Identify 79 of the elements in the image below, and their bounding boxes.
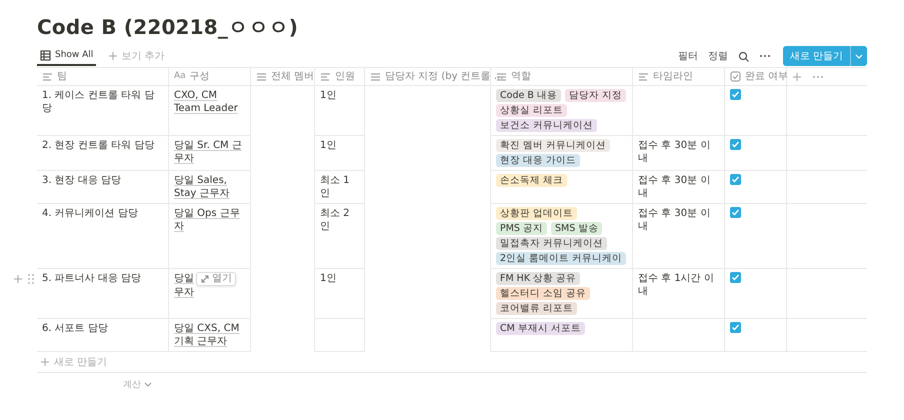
row-title[interactable]: 당일 CXS, CM 기획 근무자	[174, 322, 245, 348]
tag: 담당자 지정	[564, 89, 626, 102]
tag: SMS 발송	[550, 222, 602, 235]
column-header[interactable]: 인원	[335, 70, 355, 83]
add-view-button[interactable]: 보기 추가	[102, 48, 170, 64]
table-cell-text: 최소 2인	[320, 207, 351, 233]
sort-button[interactable]: 정렬	[708, 49, 728, 63]
tag: CM 부재시 서포트	[496, 322, 585, 335]
text-property-icon	[638, 72, 649, 82]
search-icon[interactable]	[738, 50, 749, 62]
tag: 코어밸류 리포트	[496, 302, 578, 315]
add-column-icon[interactable]	[792, 72, 802, 82]
column-header[interactable]: 구성	[190, 70, 210, 83]
table-cell-text: 접수 후 30분 이내	[638, 139, 712, 165]
row-title[interactable]: 무자	[174, 287, 194, 298]
tag: 상황실 리포트	[496, 104, 568, 117]
tag: 확진 멤버 커뮤니케이션	[496, 139, 610, 152]
column-header[interactable]: 담당자 지정 (by 컨트롤 ...	[385, 70, 504, 83]
tag: 현장 대응 가이드	[496, 154, 580, 167]
plus-icon[interactable]	[108, 51, 118, 61]
table-cell-text: 접수 후 1시간 이내	[638, 272, 715, 298]
tag: Code B 내용	[496, 89, 561, 102]
row-title[interactable]: 당일 Ops 근무자	[174, 207, 245, 233]
table-cell-text: 2. 현장 컨트롤 타워 담당	[42, 139, 156, 152]
filter-button[interactable]: 필터	[678, 49, 698, 63]
checkbox[interactable]	[730, 322, 741, 333]
row-title[interactable]: 당일 Sr. CM 근무자	[174, 139, 245, 165]
add-row-icon[interactable]	[13, 274, 23, 284]
checkbox[interactable]	[730, 272, 741, 283]
table-cell-text: 1. 케이스 컨트롤 타워 담당	[42, 89, 156, 115]
column-header[interactable]: 타임라인	[653, 70, 693, 83]
tag: 손소독제 체크	[496, 174, 568, 187]
table-cell-text: 1인	[320, 89, 338, 102]
checkbox[interactable]	[730, 207, 741, 218]
table-icon	[40, 50, 51, 60]
column-header[interactable]: 팀	[57, 70, 67, 83]
open-button[interactable]: 열기	[196, 272, 236, 286]
tag: 2인실 룸메이트 커뮤니케이	[496, 252, 626, 265]
table-cell-text: 5. 파트너사 대응 담당	[42, 272, 142, 285]
checkbox[interactable]	[730, 139, 741, 150]
text-property-icon	[42, 72, 53, 82]
row-title[interactable]: 당일	[174, 273, 194, 284]
table-cell-text: 1인	[320, 139, 338, 152]
tag: 헬스터디 소임 공유	[496, 287, 590, 300]
table-cell-text: 3. 현장 대응 담당	[42, 174, 122, 187]
table-cell-text: 4. 커뮤니케이션 담당	[42, 207, 139, 220]
plus-icon[interactable]	[40, 357, 50, 367]
checkbox-property-icon	[730, 71, 741, 82]
view-tab[interactable]: Show All	[37, 46, 96, 66]
table-cell-text: 최소 1인	[320, 174, 351, 200]
table-cell-text: 6. 서포트 담당	[42, 322, 109, 335]
drag-handle-icon[interactable]	[27, 273, 35, 285]
table-cell-text: 접수 후 30분 이내	[638, 174, 712, 200]
tag: 밀접촉자 커뮤니케이션	[496, 237, 608, 250]
tag: 보건소 커뮤니케이션	[496, 119, 598, 132]
list-property-icon	[370, 72, 381, 82]
column-header[interactable]: 완료 여부	[745, 70, 788, 83]
row-title[interactable]: 당일 Sales, Stay 근무자	[174, 174, 245, 200]
column-header[interactable]: 전체 멤버	[271, 70, 314, 83]
calculate-button[interactable]: 계산	[117, 377, 158, 392]
checkbox[interactable]	[730, 174, 741, 185]
column-header[interactable]: 역할	[511, 70, 531, 83]
page-title: Code B (220218_ㅇㅇㅇ)	[37, 14, 300, 41]
chevron-down-icon[interactable]	[144, 381, 152, 388]
caret-icon[interactable]	[854, 52, 864, 60]
text-property-icon	[320, 72, 331, 82]
more-icon[interactable]	[758, 53, 771, 59]
new-row-button[interactable]: 새로 만들기	[37, 352, 867, 373]
row-title[interactable]: CXO, CM Team Leader	[174, 89, 245, 115]
table-cell-text: 1인	[320, 272, 338, 285]
title-property-icon: Aa	[174, 70, 186, 83]
list-property-icon	[496, 72, 507, 82]
list-property-icon	[256, 72, 267, 82]
tag: 상황판 업데이트	[496, 207, 578, 220]
tag: PMS 공지	[496, 222, 547, 235]
expand-icon	[200, 274, 210, 284]
tag: FM HK 상황 공유	[496, 272, 580, 285]
checkbox[interactable]	[730, 89, 741, 100]
table-cell-text: 접수 후 30분 이내	[638, 207, 712, 233]
